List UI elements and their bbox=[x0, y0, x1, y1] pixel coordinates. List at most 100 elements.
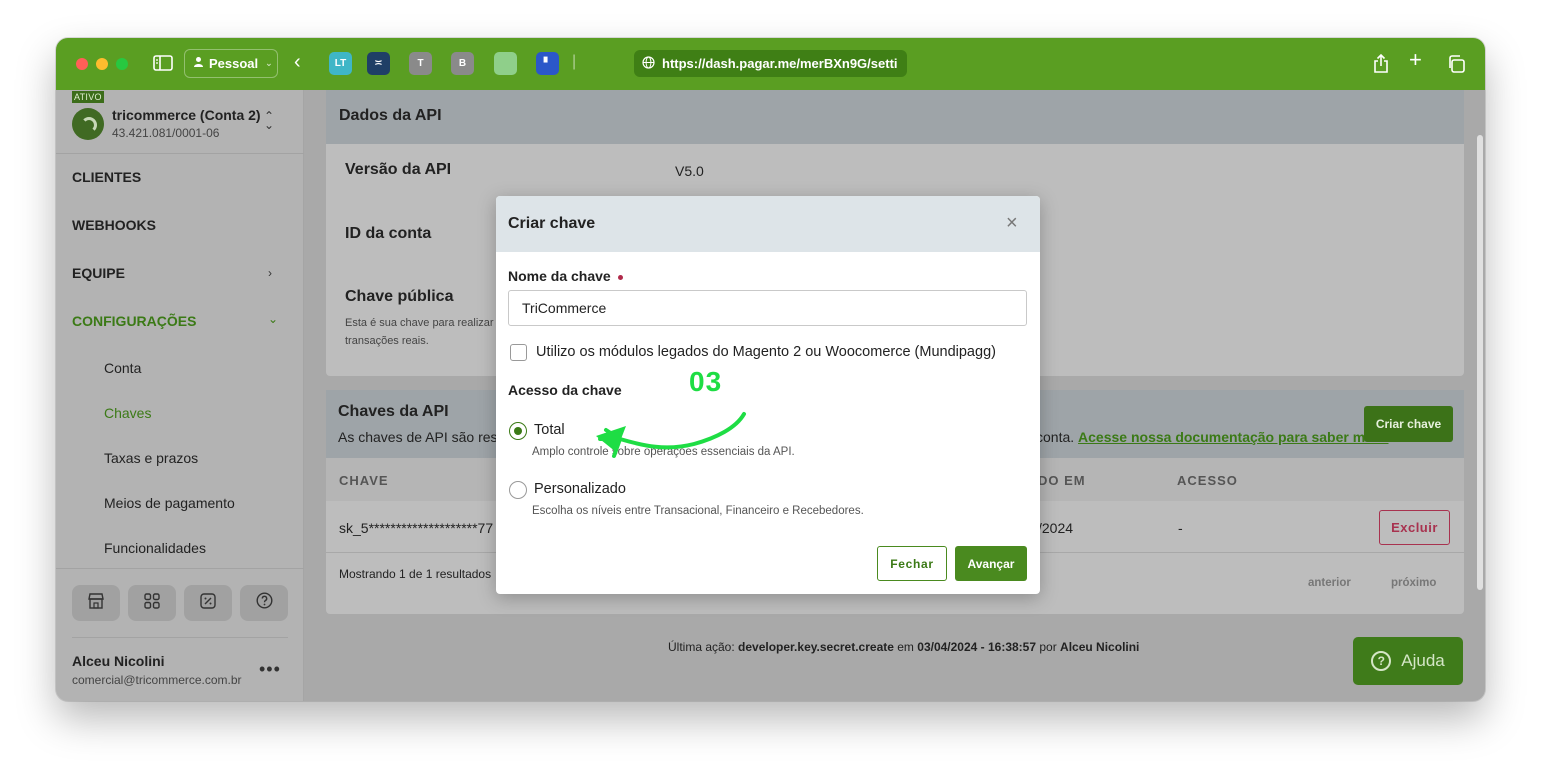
tab-favicon-2[interactable]: ≍ bbox=[367, 52, 390, 75]
user-name: Alceu Nicolini bbox=[72, 653, 165, 669]
address-bar[interactable]: https://dash.pagar.me/merBXn9G/setti bbox=[634, 50, 907, 77]
key-name-label: Nome da chave bbox=[508, 268, 623, 284]
step-annotation-number: 03 bbox=[689, 366, 723, 397]
radio-custom[interactable] bbox=[509, 481, 527, 499]
sidebar-subitem-funcionalidades[interactable]: Funcionalidades bbox=[104, 540, 206, 556]
api-keys-description: As chaves de API são resp bbox=[338, 429, 506, 445]
radio-custom-label[interactable]: Personalizado bbox=[534, 481, 626, 497]
sidebar-subitem-meios-pagamento[interactable]: Meios de pagamento bbox=[104, 495, 235, 511]
help-center-button[interactable] bbox=[240, 585, 288, 621]
last-action-by: por bbox=[1036, 640, 1061, 654]
last-action-info: Última ação: developer.key.secret.create… bbox=[668, 640, 1139, 654]
pagination-next[interactable]: próximo bbox=[1391, 575, 1436, 592]
tab-favicon-1[interactable]: LT bbox=[329, 52, 352, 75]
key-access-label: Acesso da chave bbox=[508, 382, 622, 398]
radio-custom-description: Escolha os níveis entre Transacional, Fi… bbox=[532, 505, 864, 517]
tab-favicon-label: B bbox=[458, 58, 467, 69]
sidebar-item-equipe[interactable]: EQUIPE bbox=[72, 265, 125, 281]
key-name-label-text: Nome da chave bbox=[508, 268, 611, 284]
pagination-previous[interactable]: anterior bbox=[1308, 575, 1351, 592]
step-annotation-arrow bbox=[596, 412, 746, 458]
key-name-input[interactable]: TriCommerce bbox=[508, 290, 1027, 326]
tab-favicon-3[interactable]: T bbox=[409, 52, 432, 75]
tab-favicon-label: LT bbox=[334, 58, 347, 69]
last-action-in: em bbox=[893, 640, 918, 654]
fees-button[interactable] bbox=[184, 585, 232, 621]
url-text: https://dash.pagar.me/merBXn9G/setti bbox=[662, 56, 898, 71]
secret-key-value: sk_5********************77 bbox=[339, 520, 494, 536]
help-button[interactable]: ? Ajuda bbox=[1353, 637, 1463, 685]
scrollbar[interactable] bbox=[1477, 135, 1483, 590]
close-button[interactable]: Fechar bbox=[877, 546, 947, 581]
account-switcher-icon[interactable]: ⌃ ⌄ bbox=[264, 110, 274, 131]
tab-separator: | bbox=[572, 53, 577, 70]
radio-total[interactable] bbox=[509, 422, 527, 440]
store-button[interactable] bbox=[72, 585, 120, 621]
radio-total-label[interactable]: Total bbox=[534, 422, 565, 438]
legacy-modules-checkbox[interactable] bbox=[510, 344, 527, 361]
apps-button[interactable] bbox=[128, 585, 176, 621]
chevron-down-icon: ⌄ bbox=[265, 58, 273, 68]
sidebar-toggle-icon[interactable] bbox=[153, 55, 173, 75]
percent-icon bbox=[200, 592, 216, 614]
share-icon[interactable] bbox=[1373, 53, 1389, 77]
close-icon[interactable]: × bbox=[1006, 212, 1018, 235]
profile-label: Pessoal bbox=[209, 56, 259, 71]
globe-icon bbox=[642, 55, 655, 72]
legacy-modules-label[interactable]: Utilizo os módulos legados do Magento 2 … bbox=[536, 344, 996, 360]
account-cnpj: 43.421.081/0001-06 bbox=[112, 126, 220, 140]
user-email: comercial@tricommerce.com.br bbox=[72, 673, 242, 687]
last-action-name: developer.key.secret.create bbox=[738, 640, 894, 654]
question-icon bbox=[255, 592, 273, 614]
tab-favicon-6[interactable]: ▘ bbox=[536, 52, 559, 75]
account-name: tricommerce (Conta 2) bbox=[112, 107, 261, 123]
documentation-link[interactable]: Acesse nossa documentação para saber mai… bbox=[1078, 429, 1388, 445]
back-icon[interactable]: ‹ bbox=[294, 52, 301, 72]
sidebar-subitem-taxas[interactable]: Taxas e prazos bbox=[104, 450, 198, 466]
divider bbox=[56, 153, 304, 154]
sidebar-item-webhooks[interactable]: WEBHOOKS bbox=[72, 217, 156, 233]
create-key-button[interactable]: Criar chave bbox=[1364, 406, 1453, 442]
chevron-down-icon: ⌄ bbox=[268, 312, 279, 326]
account-avatar bbox=[72, 108, 104, 140]
last-action-datetime: 03/04/2024 - 16:38:57 bbox=[917, 640, 1037, 654]
tab-favicon-4[interactable]: B bbox=[451, 52, 474, 75]
profile-switcher[interactable]: Pessoal ⌄ bbox=[184, 49, 278, 78]
apps-grid-icon bbox=[144, 592, 160, 614]
key-created-date: /2024 bbox=[1038, 520, 1074, 536]
last-action-prefix: Última ação: bbox=[668, 640, 739, 654]
divider bbox=[72, 637, 288, 638]
new-tab-icon[interactable]: + bbox=[1409, 49, 1422, 71]
modal-title: Criar chave bbox=[508, 215, 596, 232]
main-content: Dados da API Versão da API V5.0 ID da co… bbox=[304, 90, 1485, 701]
column-header-key: CHAVE bbox=[339, 473, 389, 488]
required-indicator bbox=[617, 274, 623, 280]
column-header-access: ACESSO bbox=[1177, 473, 1238, 488]
store-icon bbox=[87, 592, 105, 614]
public-key-description: transações reais. bbox=[345, 335, 429, 347]
api-data-header bbox=[326, 90, 1464, 144]
last-action-user: Alceu Nicolini bbox=[1060, 640, 1140, 654]
sidebar-subitem-conta[interactable]: Conta bbox=[104, 360, 141, 376]
sidebar-subitem-chaves[interactable]: Chaves bbox=[104, 405, 151, 421]
minimize-window-button[interactable] bbox=[96, 58, 108, 70]
help-label: Ajuda bbox=[1401, 651, 1445, 670]
key-access-value: - bbox=[1178, 520, 1183, 536]
more-options-icon[interactable]: ••• bbox=[259, 659, 281, 680]
next-button[interactable]: Avançar bbox=[955, 546, 1027, 581]
public-key-label: Chave pública bbox=[345, 288, 454, 305]
section-title: Dados da API bbox=[339, 107, 442, 124]
sidebar-item-clientes[interactable]: CLIENTES bbox=[72, 169, 141, 185]
question-icon: ? bbox=[1371, 651, 1392, 671]
account-id-label: ID da conta bbox=[345, 225, 432, 242]
close-window-button[interactable] bbox=[76, 58, 88, 70]
delete-key-button[interactable]: Excluir bbox=[1379, 510, 1450, 545]
description-suffix: conta. bbox=[1036, 429, 1075, 445]
tabs-overview-icon[interactable] bbox=[1447, 55, 1465, 77]
sidebar-item-configuracoes[interactable]: CONFIGURAÇÕES bbox=[72, 313, 196, 329]
tab-favicon-5[interactable] bbox=[494, 52, 517, 75]
public-key-description: Esta é sua chave para realizar te bbox=[345, 317, 506, 329]
zoom-window-button[interactable] bbox=[116, 58, 128, 70]
results-count: Mostrando 1 de 1 resultados bbox=[339, 567, 492, 581]
browser-window: Pessoal ⌄ ‹ LT ≍ T B ▘ | https://dash.pa… bbox=[56, 38, 1485, 701]
